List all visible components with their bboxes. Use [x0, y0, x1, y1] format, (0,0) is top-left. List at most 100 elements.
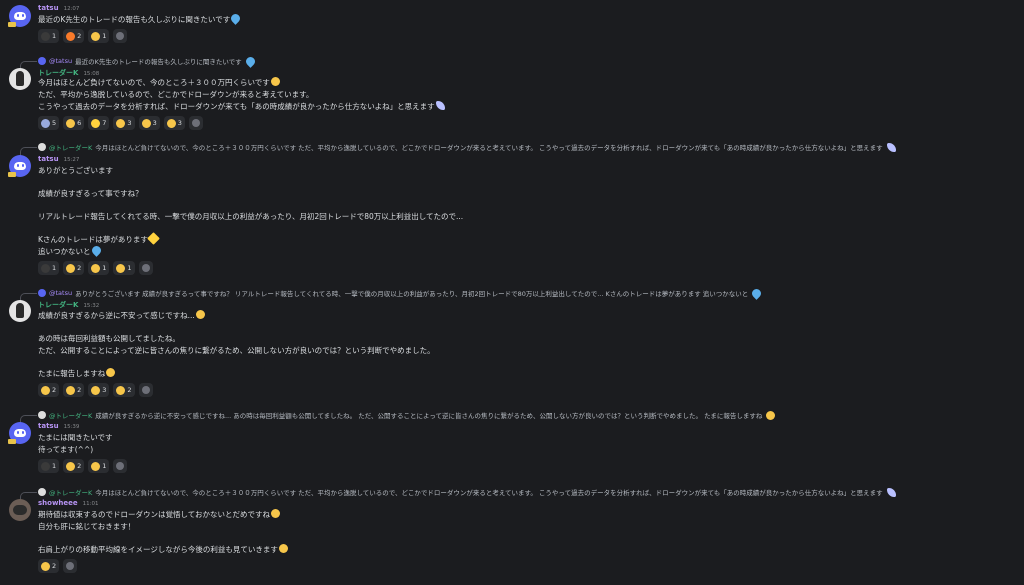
grimace-icon: [271, 509, 281, 518]
add-emoji-icon: [141, 386, 150, 394]
thumbs-up-emoji-icon: [141, 118, 151, 128]
thumbs-up-emoji-icon: [91, 461, 101, 471]
author-name[interactable]: tatsu: [38, 155, 59, 163]
reaction[interactable]: 3: [163, 116, 185, 130]
reply-author: @トレーダーK: [49, 144, 93, 152]
timestamp: 15:32: [83, 303, 100, 309]
reaction[interactable]: 3: [88, 383, 110, 397]
reply-avatar-icon: [38, 57, 46, 65]
timestamp: 15:39: [63, 424, 80, 430]
reaction[interactable]: 1: [113, 261, 135, 275]
thumbs-up-emoji-icon: [91, 385, 101, 395]
reply-text: 今月はほとんど負けてないので、今のところ＋３００万円くらいです ただ、平均から逸…: [95, 489, 883, 497]
reaction[interactable]: 6: [63, 116, 85, 130]
rocket-icon: [886, 487, 896, 497]
add-emoji-icon: [191, 119, 200, 127]
author-name[interactable]: tatsu: [38, 422, 59, 430]
reply-avatar-icon: [38, 411, 46, 419]
avatar[interactable]: [9, 300, 31, 322]
timestamp: 15:27: [63, 157, 80, 163]
add-reaction-button[interactable]: [138, 261, 153, 275]
thinking-emoji-icon: [41, 385, 50, 395]
message-text: 成績が良すぎるって事ですね？: [38, 189, 143, 198]
server-badge-icon: [8, 172, 16, 177]
reaction[interactable]: 5: [38, 116, 60, 130]
sweat-drops-icon: [229, 12, 243, 25]
message-header: showheee 11:01: [38, 499, 99, 509]
reaction[interactable]: 1: [38, 459, 60, 473]
grin-emoji-icon: [116, 118, 126, 128]
add-emoji-icon: [116, 462, 125, 470]
reaction[interactable]: 3: [138, 116, 160, 130]
hearts-face-emoji-icon: [116, 385, 126, 395]
reaction[interactable]: 1: [88, 261, 110, 275]
reaction[interactable]: 2: [63, 29, 85, 43]
message-text: ただ、公開することによって逆に皆さんの焦りに繋がるため、公開しない方が良いのでは…: [38, 346, 435, 355]
reply-author: @トレーダーK: [49, 489, 93, 497]
grin-icon: [278, 544, 288, 553]
reaction[interactable]: 7: [88, 116, 110, 130]
add-reaction-button[interactable]: [188, 116, 203, 130]
reply-text: 成績が良すぎるから逆に不安って感じですね... あの時は毎回利益額も公開してまし…: [95, 412, 763, 420]
message-text: あの時は毎回利益額も公開してましたね。: [38, 334, 180, 343]
reaction[interactable]: 2: [63, 383, 85, 397]
reply-avatar-icon: [38, 289, 46, 297]
sweat-smile-icon: [195, 310, 205, 319]
sparkles-icon: [147, 232, 160, 245]
add-reaction-button[interactable]: [113, 29, 128, 43]
add-emoji-icon: [116, 32, 125, 40]
smile-icon: [270, 77, 280, 86]
reply-preview[interactable]: @トレーダーK 今月はほとんど負けてないので、今のところ＋３００万円くらいです …: [20, 141, 896, 156]
blush-emoji-icon: [66, 461, 76, 471]
message-text: リアルトレード報告してくれてる時、一撃で僕の月収以上の利益があったり、月初2回ト…: [38, 212, 464, 221]
reply-preview[interactable]: @トレーダーK 成績が良すぎるから逆に不安って感じですね... あの時は毎回利益…: [20, 409, 776, 424]
reaction[interactable]: 3: [113, 116, 135, 130]
fire-emoji-icon: [66, 31, 76, 41]
reaction[interactable]: 2: [38, 383, 60, 397]
author-name[interactable]: showheee: [38, 499, 78, 507]
reaction[interactable]: 1: [38, 261, 60, 275]
message-text: 自分も肝に銘じておきます！: [38, 522, 136, 531]
add-reaction-button[interactable]: [63, 559, 78, 573]
sweat-drops-icon: [750, 286, 764, 300]
message-header: tatsu 15:39: [38, 422, 79, 432]
surprised-emoji-icon: [66, 385, 76, 395]
ninja-emoji-icon: [41, 263, 50, 273]
add-reaction-button[interactable]: [113, 459, 128, 473]
reaction[interactable]: 2: [63, 261, 85, 275]
reaction[interactable]: 1: [38, 29, 60, 43]
reply-author: @tatsu: [49, 289, 73, 297]
rocket-icon: [435, 101, 445, 110]
reaction[interactable]: 2: [63, 459, 85, 473]
clap-emoji-icon: [166, 118, 176, 128]
timestamp: 11:01: [82, 501, 99, 507]
reply-preview[interactable]: @tatsu ありがとうございます 成績が良すぎるって事ですね？ リアルトレード…: [20, 286, 764, 302]
blush-icon: [766, 410, 776, 420]
avatar[interactable]: [9, 68, 31, 90]
reaction[interactable]: 1: [88, 29, 110, 43]
reaction[interactable]: 1: [88, 459, 110, 473]
reply-text: ありがとうございます 成績が良すぎるって事ですね？ リアルトレード報告してくれて…: [75, 290, 749, 298]
timestamp: 12:07: [63, 6, 80, 12]
reaction[interactable]: 2: [38, 559, 60, 573]
reaction[interactable]: 2: [113, 383, 135, 397]
author-name[interactable]: トレーダーK: [38, 69, 78, 77]
bathing-emoji-icon: [41, 118, 50, 128]
ninja-emoji-icon: [41, 31, 50, 41]
grin-emoji-icon: [66, 263, 76, 273]
blush-icon: [106, 368, 116, 377]
add-reaction-button[interactable]: [138, 383, 153, 397]
avatar[interactable]: [9, 499, 31, 521]
message-text: こうやって過去のデータを分析すれば、ドローダウンが来ても「あの時成績が良かったか…: [38, 101, 445, 113]
message-text: 追いつかないと: [38, 244, 103, 258]
author-name[interactable]: トレーダーK: [38, 301, 78, 309]
reply-preview[interactable]: @tatsu 最近のK先生のトレードの報告も久しぶりに聞きたいです: [20, 54, 257, 70]
message-text: ただ、平均から逸脱しているので、どこかでドローダウンが来ると考えています。: [38, 90, 314, 99]
reactions: 2 2 3 2: [38, 383, 153, 397]
author-name[interactable]: tatsu: [38, 4, 59, 12]
add-emoji-icon: [141, 264, 150, 272]
reply-preview[interactable]: @トレーダーK 今月はほとんど負けてないので、今のところ＋３００万円くらいです …: [20, 486, 896, 501]
message-text: Kさんのトレードは夢があります: [38, 232, 160, 246]
muscle-emoji-icon: [116, 263, 126, 273]
reactions: 1 2 1 1: [38, 261, 153, 275]
